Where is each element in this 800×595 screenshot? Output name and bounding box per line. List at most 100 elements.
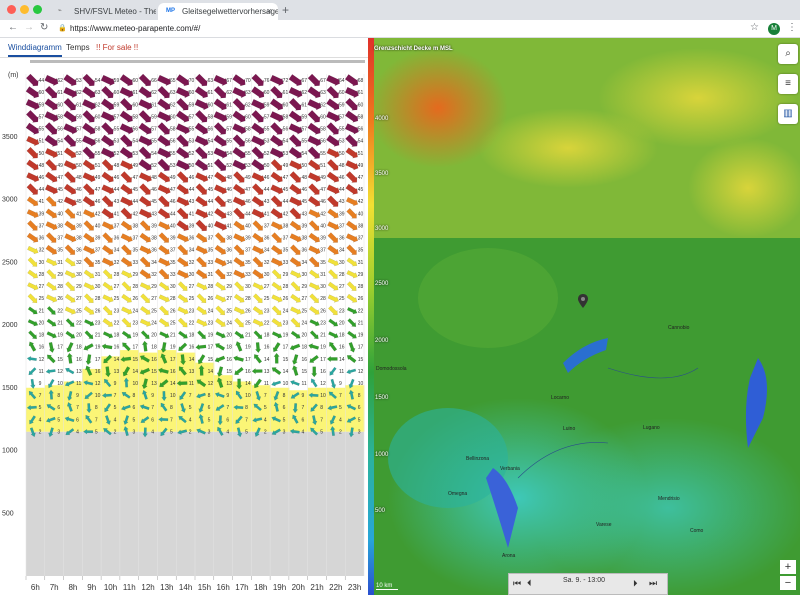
- wind-speed-label: 57: [76, 127, 82, 133]
- wind-speed-label: 28: [208, 284, 214, 290]
- wind-speed-label: 4: [226, 429, 229, 435]
- wind-speed-label: 40: [358, 211, 364, 217]
- x-tick-label: 7h: [50, 583, 59, 592]
- wind-speed-label: 35: [245, 260, 251, 266]
- tab-for-sale[interactable]: !! For sale !!: [96, 43, 138, 52]
- wind-speed-label: 55: [39, 127, 45, 133]
- wind-speed-label: 55: [170, 151, 176, 157]
- wind-arrow: [309, 319, 320, 327]
- wind-speed-label: 60: [114, 90, 120, 96]
- zoom-out-button[interactable]: −: [780, 576, 796, 590]
- map-view[interactable]: Grenzschicht Decke m MSL 4000 3500 3000 …: [368, 38, 800, 595]
- wind-speed-label: 29: [226, 284, 232, 290]
- tab-winddiagramm[interactable]: Winddiagramm: [8, 43, 62, 57]
- close-tab-icon[interactable]: ×: [267, 3, 272, 20]
- wind-speed-label: 24: [226, 320, 232, 326]
- skip-forward-icon[interactable]: ⏭: [649, 578, 657, 589]
- back-icon[interactable]: ←: [8, 22, 18, 33]
- wind-speed-label: 33: [245, 272, 251, 278]
- wind-arrow: [48, 342, 55, 353]
- wind-arrow: [309, 330, 319, 340]
- maximize-window-button[interactable]: [33, 5, 42, 14]
- wind-speed-label: 25: [39, 296, 45, 302]
- wind-speed-label: 18: [189, 333, 195, 339]
- skip-back-icon[interactable]: ⏮: [513, 578, 521, 589]
- wind-speed-label: 53: [114, 139, 120, 145]
- wind-speed-label: 59: [151, 114, 157, 120]
- new-tab-button[interactable]: +: [282, 3, 289, 17]
- wind-arrow: [215, 343, 226, 351]
- address-bar[interactable]: 🔒 https://www.meteo-parapente.com/#/: [58, 21, 748, 36]
- browser-tab-shv[interactable]: ⌁ SHV/FSVL Meteo - Thermikpro: [50, 3, 156, 20]
- chart-icon[interactable]: ▥: [778, 104, 798, 124]
- wind-speed-label: 27: [39, 284, 45, 290]
- wind-speed-label: 34: [151, 260, 157, 266]
- wind-speed-label: 7: [189, 393, 192, 399]
- wind-speed-label: 33: [208, 260, 214, 266]
- wind-speed-label: 40: [57, 211, 63, 217]
- terrain-layer: [368, 38, 800, 595]
- wind-arrow: [234, 281, 244, 291]
- wind-arrow: [28, 341, 37, 352]
- map-tick: 1000: [375, 452, 389, 458]
- wind-chart: 500 1000 1500 2000 2500 3000 3500 (m) 6h 7h 8h 9h 10…: [2, 72, 365, 592]
- wind-speed-label: 70: [245, 78, 251, 84]
- minimize-window-button[interactable]: [20, 5, 29, 14]
- map-tick: 2000: [375, 338, 389, 344]
- wind-speed-label: 11: [76, 381, 81, 387]
- filter-settings-icon[interactable]: ≡: [778, 74, 798, 94]
- wind-speed-label: 68: [358, 78, 364, 84]
- wind-arrow: [195, 344, 207, 351]
- wind-speed-label: 3: [57, 429, 60, 435]
- step-back-icon[interactable]: ⏴: [527, 578, 532, 589]
- search-icon[interactable]: ⌕: [778, 44, 798, 64]
- wind-speed-label: 65: [170, 78, 176, 84]
- profile-avatar[interactable]: M: [768, 23, 780, 35]
- wind-speed-label: 30: [95, 284, 101, 290]
- wind-speed-label: 24: [283, 308, 289, 314]
- wind-speed-label: 16: [226, 357, 232, 363]
- wind-speed-label: 16: [151, 357, 157, 363]
- wind-speed-label: 14: [132, 369, 138, 375]
- forward-icon[interactable]: →: [24, 22, 34, 33]
- browser-tab-meteo-parapente[interactable]: MP Gleitsegelwettervorhersage | M ×: [158, 3, 278, 20]
- wind-speed-label: 9: [114, 381, 117, 387]
- zoom-in-button[interactable]: +: [780, 560, 796, 574]
- scroll-indicator: [30, 60, 365, 63]
- wind-arrow: [234, 317, 244, 328]
- x-tick-label: 10h: [104, 583, 117, 592]
- wind-speed-label: 32: [151, 272, 157, 278]
- wind-speed-label: 11: [39, 369, 44, 375]
- wind-speed-label: 5: [170, 429, 173, 435]
- wind-speed-label: 7: [151, 405, 154, 411]
- wind-arrow: [309, 354, 319, 363]
- step-forward-icon[interactable]: ⏵: [633, 578, 638, 589]
- wind-speed-label: 47: [208, 175, 214, 181]
- wind-speed-label: 60: [132, 102, 138, 108]
- close-window-button[interactable]: [7, 5, 16, 14]
- wind-speed-label: 54: [226, 151, 232, 157]
- wind-speed-label: 60: [264, 90, 270, 96]
- wind-speed-label: 32: [189, 260, 195, 266]
- wind-speed-label: 28: [132, 284, 138, 290]
- tab-temps[interactable]: Temps: [66, 43, 90, 52]
- wind-speed-label: 28: [320, 296, 326, 302]
- wind-speed-label: 55: [301, 139, 307, 145]
- wind-speed-label: 21: [358, 320, 364, 326]
- wind-speed-label: 39: [39, 211, 45, 217]
- wind-speed-label: 26: [245, 308, 251, 314]
- browser-menu-icon[interactable]: ⋮: [787, 22, 797, 33]
- wind-speed-label: 43: [339, 199, 345, 205]
- wind-speed-label: 58: [245, 127, 251, 133]
- wind-speed-label: 49: [95, 175, 101, 181]
- wind-speed-label: 47: [320, 187, 326, 193]
- wind-speed-label: 62: [245, 102, 251, 108]
- wind-speed-label: 5: [95, 429, 98, 435]
- bookmark-star-icon[interactable]: ☆: [750, 22, 759, 33]
- wind-speed-label: 45: [151, 199, 157, 205]
- wind-speed-label: 8: [358, 393, 361, 399]
- wind-speed-label: 15: [132, 357, 138, 363]
- reload-icon[interactable]: ↻: [40, 22, 48, 33]
- location-pin-icon[interactable]: [578, 294, 588, 308]
- wind-arrow: [254, 354, 263, 364]
